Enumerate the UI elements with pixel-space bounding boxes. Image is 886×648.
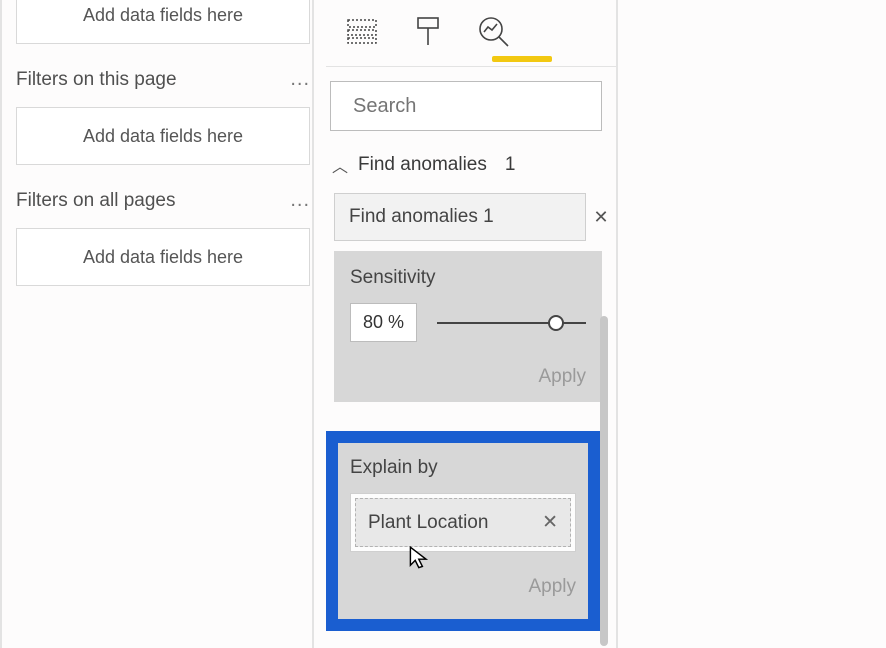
search-box[interactable] bbox=[330, 81, 602, 131]
section-count: 1 bbox=[505, 154, 516, 176]
anomaly-card-label: Find anomalies 1 bbox=[349, 206, 494, 227]
more-options-icon[interactable]: ... bbox=[290, 68, 310, 91]
apply-button[interactable]: Apply bbox=[528, 576, 576, 597]
sensitivity-slider[interactable] bbox=[437, 322, 586, 324]
find-anomalies-expander[interactable]: ︿ Find anomalies 1 bbox=[326, 131, 616, 189]
explain-by-field-well[interactable]: Plant Location ✕ bbox=[350, 493, 576, 552]
scroll-thumb[interactable] bbox=[600, 316, 608, 646]
filter-all-well[interactable]: Add data fields here bbox=[16, 228, 310, 286]
explain-by-panel: Explain by Plant Location ✕ Apply bbox=[326, 431, 600, 631]
pane-tabs bbox=[326, 0, 616, 58]
sensitivity-label: Sensitivity bbox=[350, 267, 586, 289]
remove-field-icon[interactable]: ✕ bbox=[542, 511, 558, 534]
apply-button[interactable]: Apply bbox=[538, 366, 586, 387]
filters-page-header: Filters on this page bbox=[16, 69, 177, 91]
field-well-placeholder: Add data fields here bbox=[83, 5, 243, 26]
section-label: Find anomalies bbox=[358, 154, 487, 176]
analytics-tab[interactable] bbox=[476, 14, 512, 50]
explain-by-field: Plant Location bbox=[368, 512, 488, 534]
active-tab-indicator bbox=[492, 56, 552, 62]
filter-page-well[interactable]: Add data fields here bbox=[16, 107, 310, 165]
sensitivity-value-input[interactable]: 80 % bbox=[350, 303, 417, 342]
field-well-placeholder: Add data fields here bbox=[83, 126, 243, 147]
analytics-pane: ︿ Find anomalies 1 Find anomalies 1 ✕ Se… bbox=[326, 0, 616, 402]
field-well-placeholder: Add data fields here bbox=[83, 247, 243, 268]
filters-pane: Add data fields here Filters on this pag… bbox=[10, 0, 310, 310]
explain-by-label: Explain by bbox=[350, 457, 576, 479]
search-input[interactable] bbox=[353, 95, 618, 118]
chevron-up-icon: ︿ bbox=[332, 153, 348, 177]
filter-visual-well[interactable]: Add data fields here bbox=[16, 0, 310, 44]
filters-all-header: Filters on all pages bbox=[16, 190, 175, 212]
anomaly-card-pill[interactable]: Find anomalies 1 bbox=[334, 193, 586, 241]
scrollbar[interactable] bbox=[600, 16, 610, 636]
format-tab[interactable] bbox=[410, 14, 446, 50]
fields-tab[interactable] bbox=[344, 14, 380, 50]
sensitivity-panel: Sensitivity 80 % Apply bbox=[334, 251, 602, 402]
slider-thumb[interactable] bbox=[548, 315, 564, 331]
more-options-icon[interactable]: ... bbox=[290, 189, 310, 212]
